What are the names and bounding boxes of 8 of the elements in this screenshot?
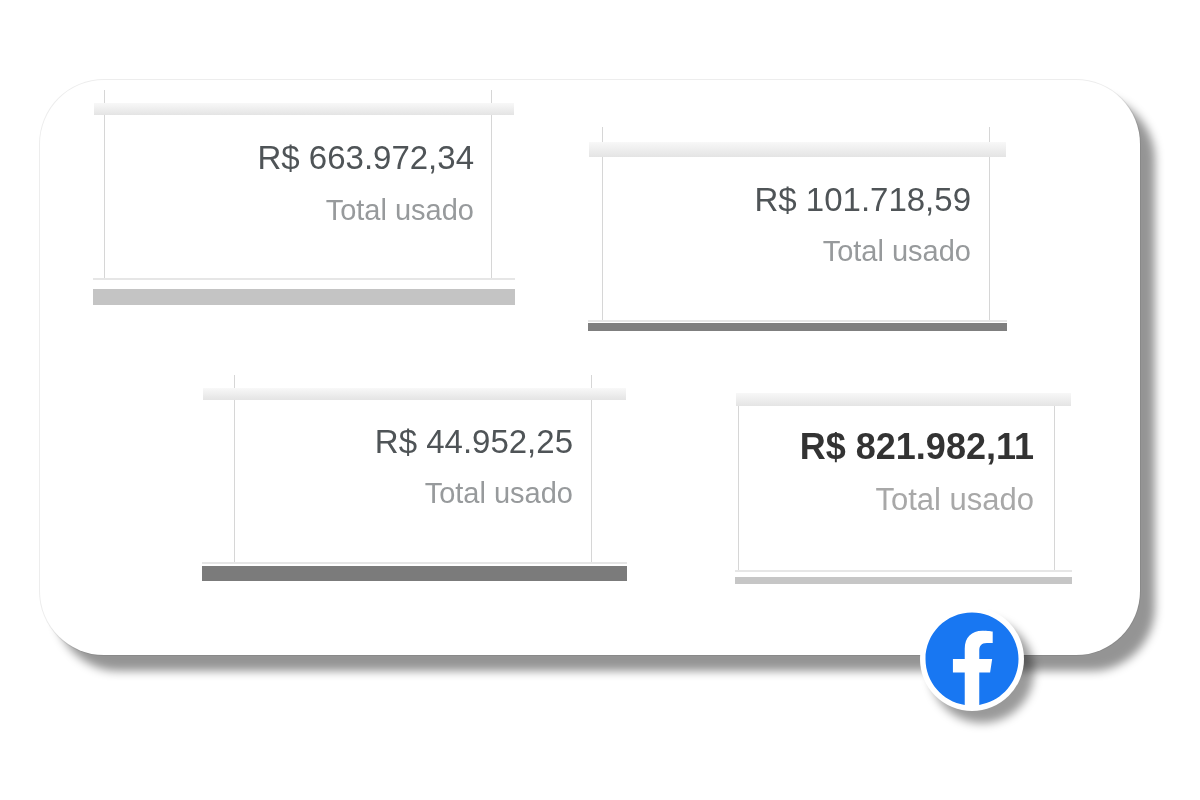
amount-label: Total usado xyxy=(822,234,971,268)
amount-value: R$ 101.718,59 xyxy=(754,181,971,219)
amount-label: Total usado xyxy=(325,193,474,227)
amount-value: R$ 821.982,11 xyxy=(799,427,1034,467)
amount-value: R$ 663.972,34 xyxy=(257,139,474,177)
amount-value: R$ 44.952,25 xyxy=(374,423,573,461)
amount-label: Total usado xyxy=(875,482,1034,518)
amount-label: Total usado xyxy=(424,476,573,510)
